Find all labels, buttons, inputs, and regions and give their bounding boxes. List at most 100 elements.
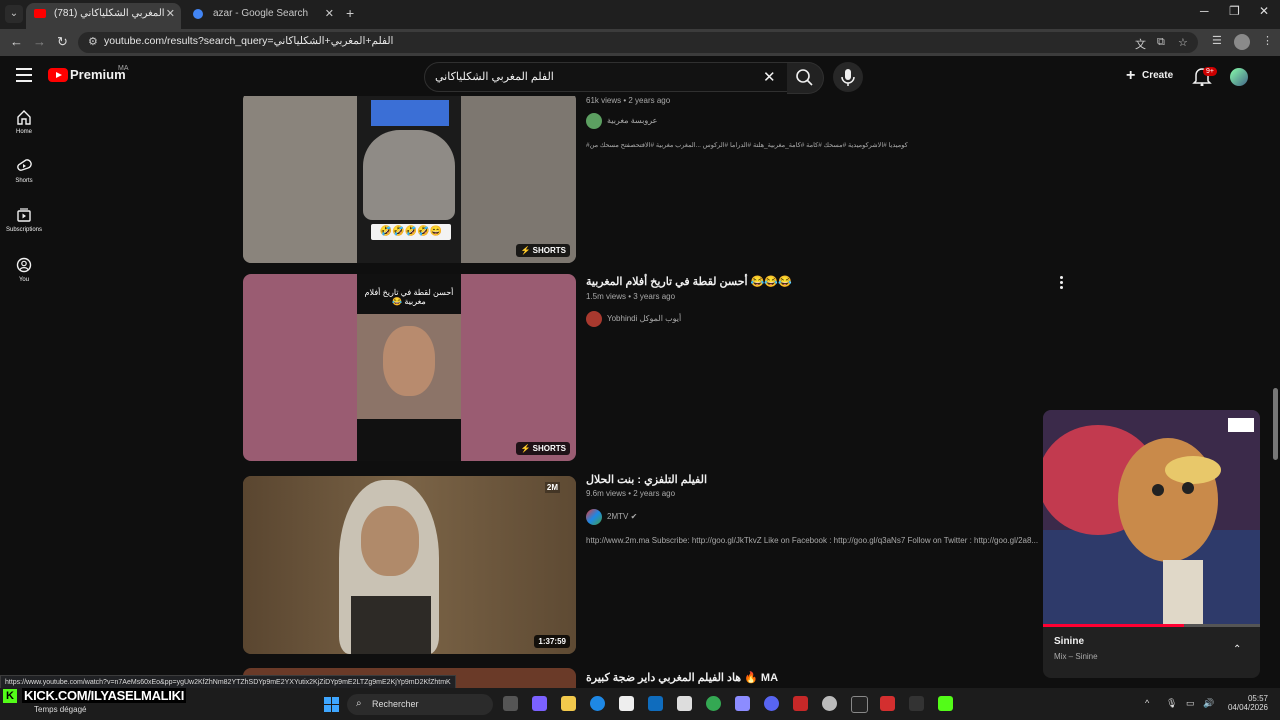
hamburger-menu-icon[interactable] xyxy=(16,68,32,82)
browser-menu-icon[interactable]: ⋮ xyxy=(1262,34,1273,47)
account-avatar[interactable] xyxy=(1230,68,1248,86)
miniplayer-subtitle: Mix – Sinine xyxy=(1054,652,1098,661)
kick-app-icon[interactable] xyxy=(938,696,953,711)
miniplayer-progress[interactable] xyxy=(1043,624,1260,627)
video-thumbnail[interactable]: أحسن لقطة في تاريخ أفلام مغربية 😂 ⚡ SHOR… xyxy=(243,274,576,461)
chrome-icon[interactable] xyxy=(706,696,721,711)
video-meta: 61k views • 2 years ago xyxy=(586,96,671,105)
search-input[interactable]: الفلم المغربي الشكلياكاني ✕ xyxy=(424,62,788,92)
clock-date: 04/04/2026 xyxy=(1227,703,1268,712)
network-icon[interactable]: ▭ xyxy=(1186,698,1195,709)
scrollbar-thumb[interactable] xyxy=(1273,388,1278,460)
shorts-badge: ⚡ SHORTS xyxy=(516,244,570,257)
store-icon[interactable] xyxy=(619,696,634,711)
browser-tab-bar: ⌄ (781) الفلم المغربي الشكلياكاني ✕ azar… xyxy=(0,0,1280,29)
video-title[interactable]: هاد الفيلم المغربي داير ضجة كبيرة 🔥 MA xyxy=(586,671,778,684)
clear-search-icon[interactable]: ✕ xyxy=(763,68,776,86)
forward-icon[interactable]: → xyxy=(33,34,46,49)
app-icon[interactable] xyxy=(880,696,895,711)
tab-title: azar - Google Search xyxy=(213,8,309,19)
translate-icon[interactable]: 文 xyxy=(1135,36,1146,52)
new-tab-icon[interactable]: + xyxy=(346,5,354,21)
gamepad-icon[interactable] xyxy=(735,696,750,711)
video-title[interactable]: أحسن لقطة في تاريخ أفلام المغربية 😂😂😂 xyxy=(586,275,792,288)
emoji-strip: 🤣🤣🤣🤣😄 xyxy=(371,224,451,240)
minimize-icon[interactable]: ─ xyxy=(1200,4,1209,18)
edge-icon[interactable] xyxy=(590,696,605,711)
taskbar-search-label: Rechercher xyxy=(372,699,419,709)
channel-name[interactable]: 2MTV ✔ xyxy=(607,512,637,521)
file-explorer-icon[interactable] xyxy=(561,696,576,711)
adobe-icon[interactable] xyxy=(793,696,808,711)
channel-avatar[interactable] xyxy=(586,113,602,129)
create-label: Create xyxy=(1142,70,1174,81)
kick-logo-icon: K xyxy=(3,689,17,703)
video-thumbnail[interactable]: 2M 1:37:59 xyxy=(243,476,576,654)
scrollbar-track[interactable] xyxy=(1272,56,1280,680)
taskbar-search[interactable]: ⌕ Rechercher xyxy=(347,694,493,715)
video-thumbnail[interactable]: 🤣🤣🤣🤣😄 ⚡ SHORTS xyxy=(243,96,576,263)
obs-icon[interactable] xyxy=(822,696,837,711)
video-description: http://www.2m.ma Subscribe: http://goo.g… xyxy=(586,536,1039,545)
stream-overlay-text: KICK.COM/ILYASELMALIKI xyxy=(22,688,187,703)
microphone-icon xyxy=(841,69,855,86)
extensions-icon[interactable]: ☰ xyxy=(1212,34,1222,47)
thumbnail-caption: أحسن لقطة في تاريخ أفلام مغربية 😂 xyxy=(364,288,454,306)
miniplayer-title[interactable]: Sinine xyxy=(1054,636,1084,647)
channel-avatar[interactable] xyxy=(586,509,602,525)
volume-icon[interactable]: 🔊 xyxy=(1203,698,1214,709)
microphone-tray-icon[interactable]: 🎙 xyxy=(1166,698,1177,709)
profile-avatar[interactable] xyxy=(1234,34,1250,50)
country-code: MA xyxy=(118,65,129,72)
close-tab-icon[interactable]: ✕ xyxy=(166,3,175,25)
channel-logo-watermark: 2M xyxy=(544,482,560,493)
tab-youtube[interactable]: (781) الفلم المغربي الشكلياكاني ✕ xyxy=(26,3,181,29)
tray-chevron-icon[interactable]: ^ xyxy=(1145,698,1149,708)
windows-taskbar: K KICK.COM/ILYASELMALIKI Temps dégagé ⌕ … xyxy=(0,688,1280,720)
outlook-icon[interactable] xyxy=(648,696,663,711)
create-button[interactable]: + Create xyxy=(1118,62,1178,90)
url-text[interactable]: youtube.com/results?search_query=الفلم+ا… xyxy=(104,35,393,47)
close-window-icon[interactable]: ✕ xyxy=(1259,4,1269,18)
start-windows-icon[interactable] xyxy=(324,697,339,712)
reload-icon[interactable]: ↻ xyxy=(57,34,68,50)
bookmark-star-icon[interactable]: ☆ xyxy=(1178,36,1188,49)
search-icon xyxy=(796,69,813,86)
notification-badge: 9+ xyxy=(1203,67,1217,76)
install-icon[interactable]: ⧉ xyxy=(1157,36,1165,49)
youtube-header: Premium MA الفلم المغربي الشكلياكاني ✕ +… xyxy=(0,56,1280,96)
search-button[interactable] xyxy=(787,62,824,94)
site-info-icon[interactable]: ⚙ xyxy=(88,35,98,48)
video-title[interactable]: الفيلم التلفزي : بنت الحلال xyxy=(586,473,707,486)
tab-search-button[interactable]: ⌄ xyxy=(5,5,23,23)
channel-name[interactable]: Yobhindi أيوب الموكل xyxy=(607,314,681,323)
restore-icon[interactable]: ❐ xyxy=(1229,4,1240,18)
miniplayer[interactable]: Sinine Mix – Sinine ⌃ xyxy=(1043,410,1260,678)
channel-name[interactable]: عروبسة مغربية xyxy=(607,116,657,125)
youtube-logo-icon[interactable] xyxy=(48,68,68,82)
youtube-favicon-icon xyxy=(34,9,46,18)
app-icon[interactable] xyxy=(851,696,868,713)
more-actions-icon[interactable] xyxy=(1060,276,1064,291)
back-icon[interactable]: ← xyxy=(10,34,23,49)
search-query[interactable]: الفلم المغربي الشكلياكاني xyxy=(435,70,735,83)
system-clock[interactable]: 05:57 04/04/2026 xyxy=(1222,694,1268,712)
plus-icon: + xyxy=(1126,67,1136,84)
terminal-icon[interactable] xyxy=(909,696,924,711)
close-tab-icon[interactable]: ✕ xyxy=(325,3,334,25)
weather-text[interactable]: Temps dégagé xyxy=(34,705,86,714)
task-view-icon[interactable] xyxy=(503,696,518,711)
omnibox[interactable]: ⚙ youtube.com/results?search_query=الفلم… xyxy=(78,32,1198,53)
expand-chevron-icon[interactable]: ⌃ xyxy=(1233,644,1241,655)
video-meta: 1.5m views • 3 years ago xyxy=(586,292,676,301)
discord-icon[interactable] xyxy=(764,696,779,711)
copilot-icon[interactable] xyxy=(532,696,547,711)
duration-badge: 1:37:59 xyxy=(534,635,570,648)
album-art[interactable] xyxy=(1043,410,1260,625)
channel-avatar[interactable] xyxy=(586,311,602,327)
voice-search-button[interactable] xyxy=(833,62,863,92)
tab-google[interactable]: azar - Google Search ✕ xyxy=(185,3,340,29)
shorts-badge: ⚡ SHORTS xyxy=(516,442,570,455)
verified-icon: ✔ xyxy=(630,512,638,521)
app-icon[interactable] xyxy=(677,696,692,711)
